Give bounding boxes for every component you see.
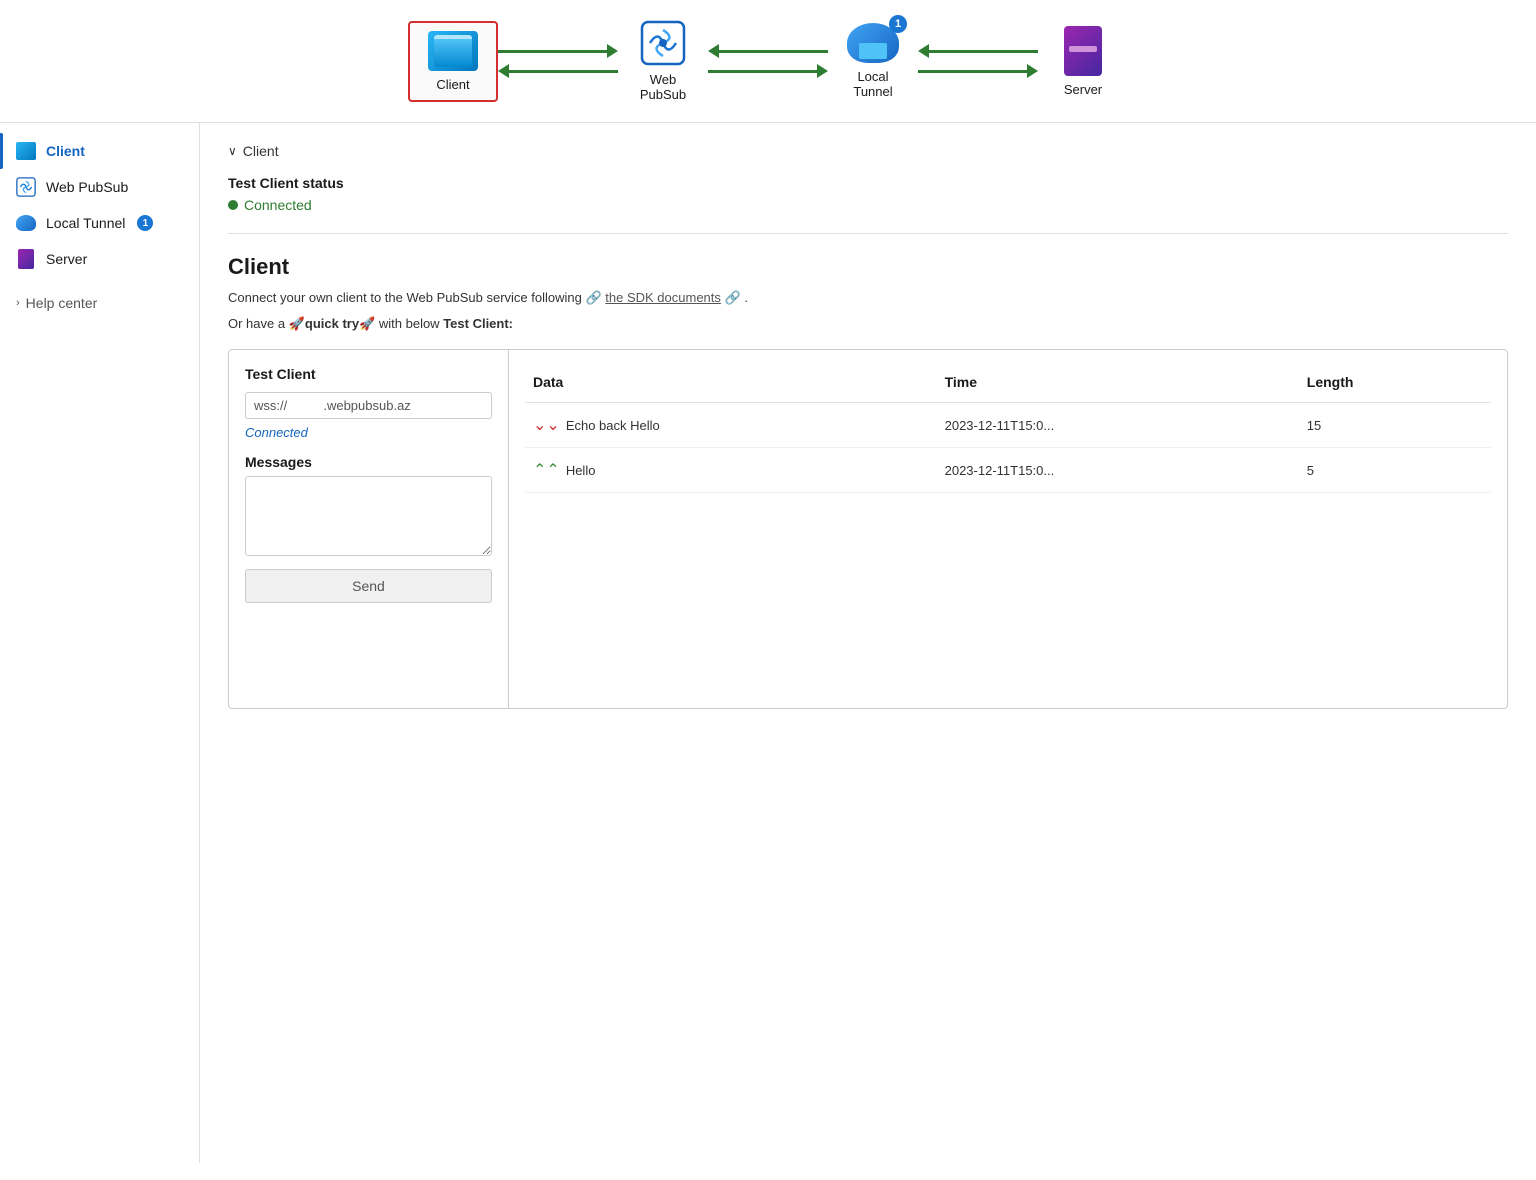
data-panel: Data Time Length ⌄⌄ Echo back Hello bbox=[509, 350, 1507, 708]
link-icon-right: 🔗 bbox=[725, 290, 741, 305]
time-cell-1: 2023-12-11T15:0... bbox=[937, 403, 1299, 448]
webpubsub-diagram-label: WebPubSub bbox=[640, 72, 686, 102]
link-icon-left: 🔗 bbox=[585, 290, 601, 305]
webpubsub-diagram-icon bbox=[640, 20, 686, 66]
col-header-data: Data bbox=[525, 366, 937, 403]
status-dot bbox=[228, 200, 238, 210]
arrow-up-icon: ⌃⌃ bbox=[533, 460, 560, 480]
client-diagram-icon bbox=[428, 31, 478, 71]
sidebar-label-webpubsub: Web PubSub bbox=[46, 179, 128, 195]
data-table: Data Time Length ⌄⌄ Echo back Hello bbox=[525, 366, 1491, 493]
server-diagram-icon bbox=[1064, 26, 1102, 76]
sidebar-item-webpubsub[interactable]: Web PubSub bbox=[0, 169, 199, 205]
data-cell-2: ⌃⌃ Hello bbox=[525, 448, 937, 493]
help-center-label: Help center bbox=[26, 295, 98, 311]
webpubsub-sidebar-icon bbox=[16, 177, 36, 197]
chevron-down-icon: ∨ bbox=[228, 144, 237, 158]
sidebar-item-localtunnel[interactable]: Local Tunnel 1 bbox=[0, 205, 199, 241]
diagram-node-client[interactable]: Client bbox=[408, 21, 498, 102]
status-title: Test Client status bbox=[228, 175, 1508, 191]
server-diagram-label: Server bbox=[1064, 82, 1102, 97]
diagram-area: Client WebPubSub bbox=[0, 0, 1536, 123]
send-button[interactable]: Send bbox=[245, 569, 492, 603]
client-description: Connect your own client to the Web PubSu… bbox=[228, 288, 1508, 308]
status-section: Test Client status Connected bbox=[228, 175, 1508, 234]
arrow-localtunnel-server bbox=[918, 44, 1038, 78]
sidebar-label-localtunnel: Local Tunnel bbox=[46, 215, 125, 231]
localtunnel-diagram-label: LocalTunnel bbox=[853, 69, 892, 99]
localtunnel-sidebar-icon bbox=[16, 213, 36, 233]
content-area: ∨ Client Test Client status Connected Cl… bbox=[200, 123, 1536, 1163]
arrow-client-webpubsub bbox=[498, 44, 618, 78]
localtunnel-sidebar-badge: 1 bbox=[137, 215, 153, 231]
sidebar-label-server: Server bbox=[46, 251, 87, 267]
col-header-time: Time bbox=[937, 366, 1299, 403]
status-connected: Connected bbox=[228, 197, 1508, 213]
breadcrumb: Client bbox=[243, 143, 279, 159]
localtunnel-badge: 1 bbox=[889, 15, 907, 33]
server-sidebar-icon bbox=[16, 249, 36, 269]
table-row: ⌄⌄ Echo back Hello 2023-12-11T15:0... 15 bbox=[525, 403, 1491, 448]
chevron-right-icon: › bbox=[16, 297, 20, 309]
sidebar: Client Web PubSub Local Tunnel 1 bbox=[0, 123, 200, 1163]
diagram-node-webpubsub[interactable]: WebPubSub bbox=[618, 20, 708, 102]
diagram-node-localtunnel[interactable]: 1 LocalTunnel bbox=[828, 23, 918, 99]
col-header-length: Length bbox=[1299, 366, 1491, 403]
sidebar-item-server[interactable]: Server bbox=[0, 241, 199, 277]
sidebar-help[interactable]: › Help center bbox=[0, 287, 199, 319]
data-cell-1: ⌄⌄ Echo back Hello bbox=[525, 403, 937, 448]
main-layout: Client Web PubSub Local Tunnel 1 bbox=[0, 123, 1536, 1163]
arrow-webpubsub-localtunnel bbox=[708, 44, 828, 78]
table-row: ⌃⌃ Hello 2023-12-11T15:0... 5 bbox=[525, 448, 1491, 493]
client-section-title: Client bbox=[228, 254, 1508, 280]
test-client-panel: Test Client Connected Messages Send bbox=[229, 350, 509, 708]
sidebar-label-client: Client bbox=[46, 143, 85, 159]
client-diagram-label: Client bbox=[436, 77, 469, 92]
section-header: ∨ Client bbox=[228, 143, 1508, 159]
length-cell-1: 15 bbox=[1299, 403, 1491, 448]
test-client-title: Test Client bbox=[245, 366, 492, 382]
messages-textarea[interactable] bbox=[245, 476, 492, 556]
client-description-2: Or have a 🚀quick try🚀 with below Test Cl… bbox=[228, 314, 1508, 334]
wss-input[interactable] bbox=[245, 392, 492, 419]
connected-status-label: Connected bbox=[245, 425, 492, 440]
arrow-down-icon: ⌄⌄ bbox=[533, 415, 560, 435]
diagram-node-server[interactable]: Server bbox=[1038, 26, 1128, 97]
length-cell-2: 5 bbox=[1299, 448, 1491, 493]
messages-label: Messages bbox=[245, 454, 492, 470]
sdk-docs-link[interactable]: the SDK documents bbox=[605, 290, 721, 305]
client-sidebar-icon bbox=[16, 141, 36, 161]
sidebar-item-client[interactable]: Client bbox=[0, 133, 199, 169]
time-cell-2: 2023-12-11T15:0... bbox=[937, 448, 1299, 493]
client-panels: Test Client Connected Messages Send Data… bbox=[228, 349, 1508, 709]
status-text: Connected bbox=[244, 197, 312, 213]
